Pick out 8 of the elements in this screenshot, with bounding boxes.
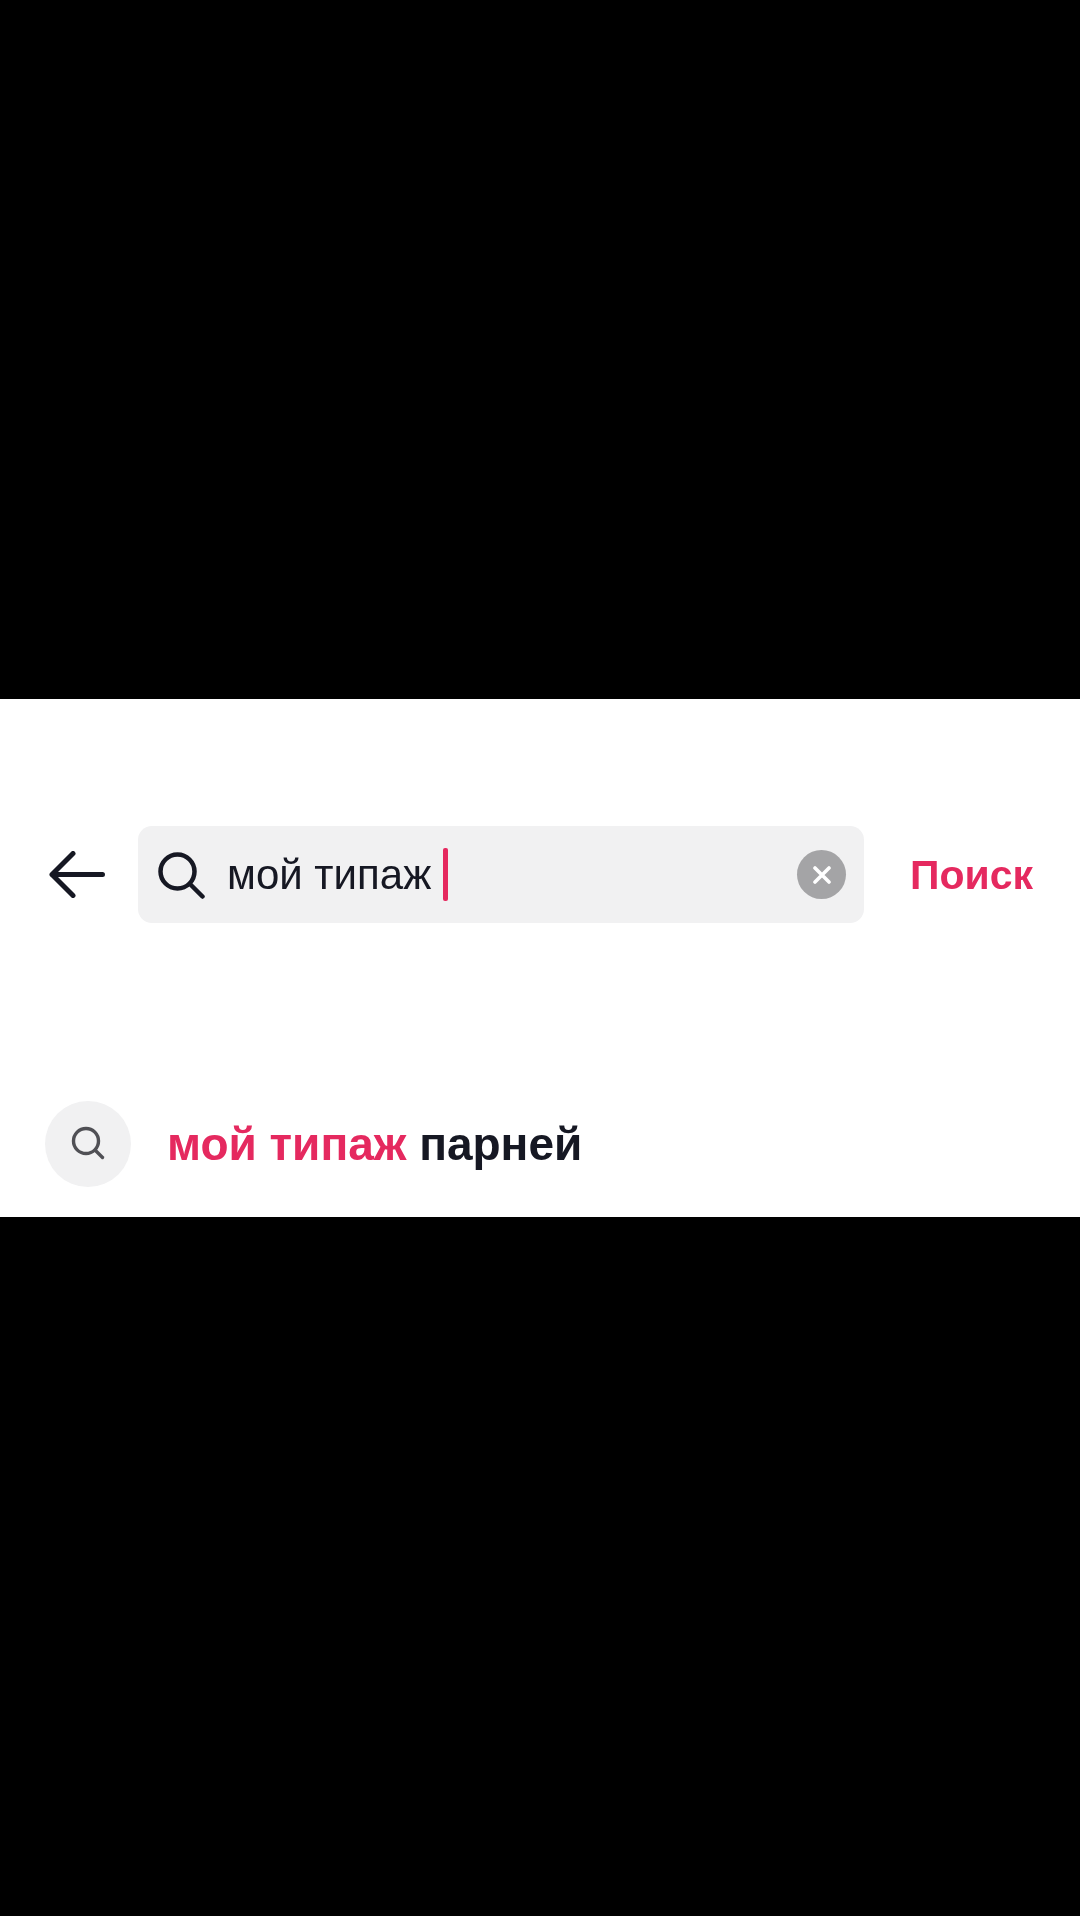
search-button[interactable]: Поиск [910, 850, 1034, 899]
search-icon [157, 850, 205, 899]
search-query: мой типаж [227, 849, 432, 900]
suggestion-text[interactable]: мой типаж парней [167, 1116, 583, 1172]
back-arrow-icon[interactable] [48, 851, 105, 898]
close-icon [812, 865, 831, 884]
search-field[interactable]: мой типаж [138, 826, 864, 923]
search-icon [45, 1101, 131, 1187]
